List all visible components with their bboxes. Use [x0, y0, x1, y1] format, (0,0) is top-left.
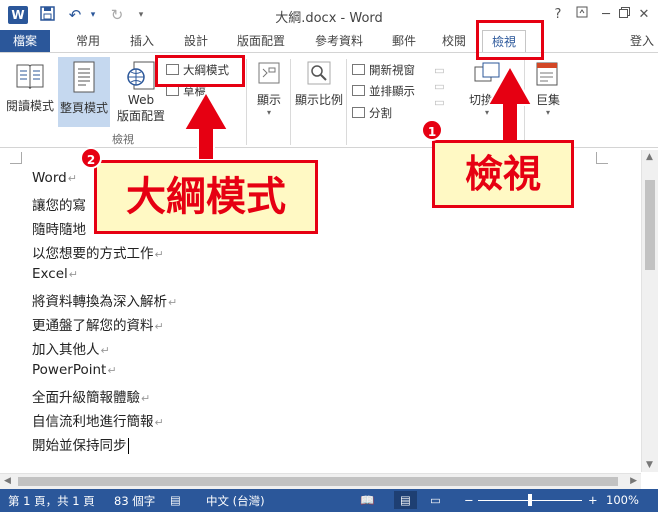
side-by-side-icons[interactable]: ▭ ▭ ▭	[434, 62, 445, 109]
web-layout-label-line2: 版面配置	[116, 109, 165, 123]
show-dropdown-icon: ▾	[266, 108, 271, 117]
tab-references[interactable]: 參考資料	[308, 30, 370, 52]
switch-dropdown-icon: ▾	[484, 108, 489, 117]
document-line: 開始並保持同步​	[32, 438, 129, 454]
new-window-icon	[352, 64, 365, 75]
split-label: 分割	[369, 106, 392, 120]
text-cursor: ​	[127, 438, 129, 454]
language-indicator[interactable]: 中文 (台灣)	[206, 493, 265, 509]
zoom-button[interactable]: 顯示比例	[292, 61, 346, 108]
show-label: 顯示	[256, 93, 281, 107]
zoom-slider-thumb[interactable]	[528, 494, 532, 506]
read-mode-button[interactable]: 閱讀模式	[4, 61, 56, 114]
read-mode-label: 閱讀模式	[5, 99, 54, 113]
scroll-left-icon[interactable]: ◀	[4, 476, 11, 486]
arrange-all-label: 並排顯示	[369, 84, 415, 98]
vertical-scrollbar[interactable]: ▲ ▼	[641, 150, 658, 472]
arrange-all-button[interactable]: 並排顯示	[352, 83, 415, 99]
page-count[interactable]: 第 1 頁，共 1 頁	[8, 493, 95, 509]
margin-corner-right	[596, 152, 608, 164]
ribbon-separator	[246, 59, 247, 145]
zoom-level[interactable]: 100%	[606, 493, 639, 507]
callout-outline: 大綱模式	[94, 160, 318, 234]
tab-home[interactable]: 常用	[68, 30, 108, 52]
title-bar: W ↶ ▾ ↻ ▾ 大綱.docx - Word ? ─ ✕	[0, 0, 658, 30]
document-line: Excel↵	[32, 266, 78, 282]
macros-label: 巨集	[535, 93, 560, 107]
ribbon-display-options-icon[interactable]	[572, 6, 592, 24]
highlight-outline-button	[155, 55, 245, 87]
status-bar: 第 1 頁，共 1 頁 83 個字 ▤ 中文 (台灣) 📖 ▤ ▭ − + 10…	[0, 489, 658, 512]
tab-design[interactable]: 設計	[176, 30, 216, 52]
vertical-scroll-thumb[interactable]	[645, 180, 655, 270]
ribbon-separator	[290, 59, 291, 145]
split-icon	[352, 107, 365, 118]
tab-mailings[interactable]: 郵件	[384, 30, 424, 52]
show-icon	[257, 61, 281, 85]
step-2-badge: 2	[80, 147, 102, 169]
show-button[interactable]: 顯示 ▾	[250, 61, 288, 117]
document-line: 以您想要的方式工作↵	[32, 246, 164, 262]
views-group-label: 檢視	[112, 133, 134, 146]
read-mode-view-icon[interactable]: 📖	[360, 493, 374, 507]
ribbon-separator	[524, 59, 525, 145]
print-layout-view-icon[interactable]: ▤	[394, 491, 417, 509]
zoom-label: 顯示比例	[294, 93, 343, 107]
margin-corner-left	[10, 152, 22, 164]
tab-review[interactable]: 校閱	[434, 30, 474, 52]
highlight-view-tab	[476, 20, 544, 60]
callout-view: 檢視	[432, 140, 574, 208]
ribbon: 閱讀模式 整頁模式 Web 版面配置 大綱模式 草稿 檢視 顯示 ▾ 顯示比例	[0, 52, 658, 148]
ribbon-separator	[346, 59, 347, 145]
restore-button[interactable]	[614, 6, 634, 24]
macros-button[interactable]: 巨集 ▾	[526, 61, 570, 117]
horizontal-scrollbar[interactable]: ◀ ▶	[0, 473, 641, 489]
print-layout-label: 整頁模式	[59, 101, 108, 115]
switch-windows-icon	[473, 61, 501, 85]
document-line: 將資料轉換為深入解析↵	[32, 294, 178, 310]
help-button[interactable]: ?	[548, 6, 568, 24]
tab-file[interactable]: 檔案	[0, 30, 50, 52]
minimize-button[interactable]: ─	[596, 6, 616, 24]
sign-in-link[interactable]: 登入	[630, 30, 654, 52]
proofing-icon[interactable]: ▤	[170, 493, 181, 507]
web-layout-label-line1: Web	[127, 93, 155, 107]
ribbon-tabs: 檔案 常用 插入 設計 版面配置 參考資料 郵件 校閱 檢視 登入	[0, 30, 658, 52]
scroll-right-icon[interactable]: ▶	[630, 476, 637, 486]
document-line: Word↵	[32, 170, 77, 186]
print-layout-button[interactable]: 整頁模式	[58, 57, 110, 127]
new-window-label: 開新視窗	[369, 63, 415, 77]
new-window-button[interactable]: 開新視窗	[352, 62, 415, 78]
zoom-in-icon[interactable]: +	[588, 493, 598, 507]
globe-page-icon	[126, 61, 156, 91]
document-line: 讓您的寫	[32, 198, 86, 214]
step-1-badge: 1	[421, 119, 443, 141]
macros-dropdown-icon: ▾	[545, 108, 550, 117]
close-button[interactable]: ✕	[634, 6, 654, 24]
book-icon	[15, 61, 45, 93]
word-count[interactable]: 83 個字	[114, 493, 155, 509]
callout-outline-text: 大綱模式	[126, 174, 286, 220]
magnifier-icon	[307, 61, 331, 85]
split-button[interactable]: 分割	[352, 105, 392, 121]
switch-windows-label: 切換視	[468, 93, 505, 107]
zoom-out-icon[interactable]: −	[464, 493, 474, 507]
web-layout-view-icon[interactable]: ▭	[430, 493, 441, 507]
document-line: 更通盤了解您的資料↵	[32, 318, 164, 334]
arrange-all-icon	[352, 85, 365, 96]
scroll-down-icon[interactable]: ▼	[646, 460, 653, 470]
document-line: PowerPoint↵	[32, 362, 117, 378]
page-icon	[71, 61, 97, 95]
document-line: 隨時隨地	[32, 222, 86, 238]
document-line: 全面升級簡報體驗↵	[32, 390, 151, 406]
switch-windows-button[interactable]: 切換視 ▾	[462, 61, 512, 117]
callout-view-text: 檢視	[464, 152, 541, 196]
scroll-up-icon[interactable]: ▲	[646, 152, 653, 162]
horizontal-scroll-thumb[interactable]	[18, 477, 618, 486]
macros-icon	[535, 61, 561, 87]
document-line: 加入其他人↵	[32, 342, 110, 358]
tab-insert[interactable]: 插入	[122, 30, 162, 52]
document-line: 自信流利地進行簡報↵	[32, 414, 164, 430]
tab-layout[interactable]: 版面配置	[230, 30, 292, 52]
